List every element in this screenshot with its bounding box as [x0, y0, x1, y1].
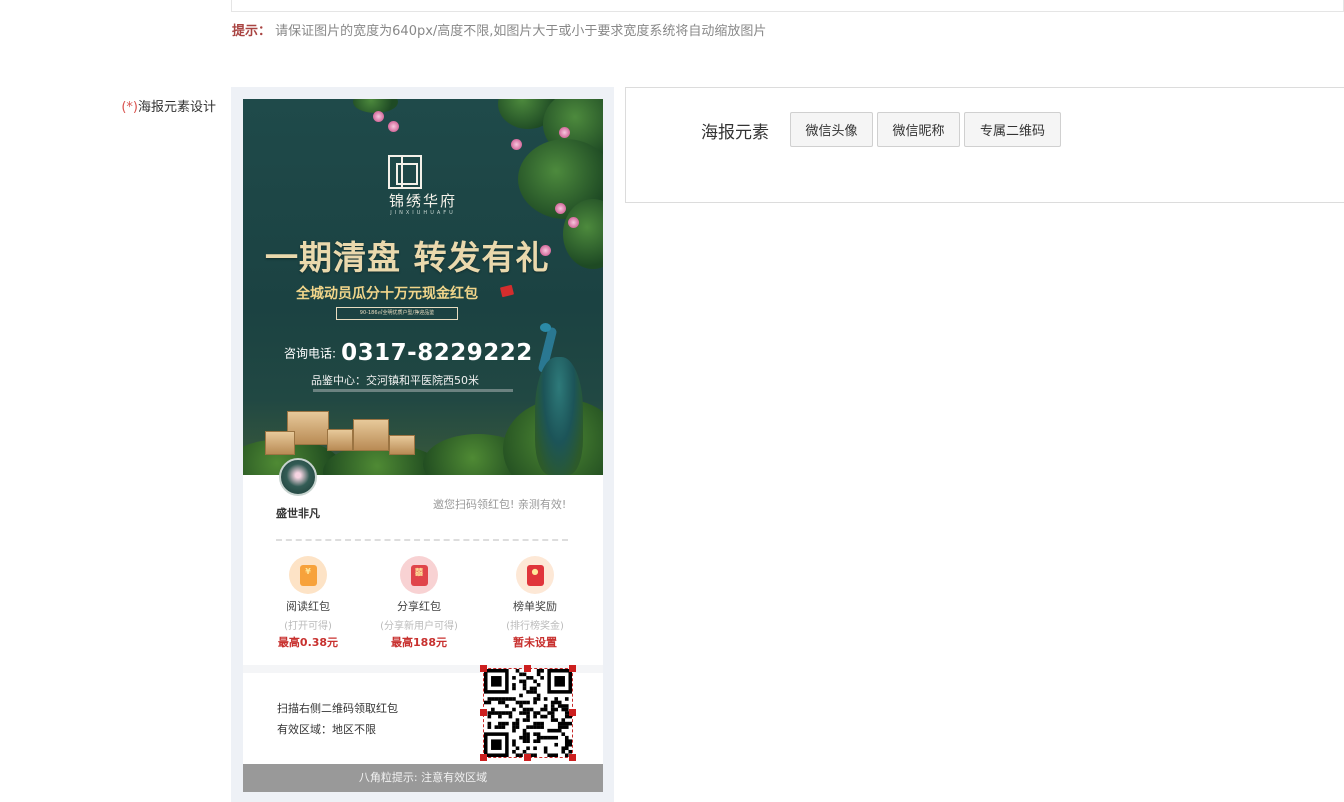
invite-text: 邀您扫码领红包! 亲测有效! [433, 498, 567, 511]
poster-sub-headline: 全城动员瓜分十万元现金红包 [296, 286, 478, 302]
reward-value: 最高188元 [391, 636, 447, 649]
resize-handle-top-right[interactable] [569, 665, 576, 672]
poster-canvas: 锦绣华府 JINXIUHUAFU 一期清盘 转发有礼 全城动员瓜分十万元现金红包… [231, 87, 614, 802]
upload-box [231, 0, 1344, 12]
qr-code-element[interactable] [480, 665, 576, 761]
reward-read: ¥ 阅读红包 (打开可得) 最高0.38元 [258, 556, 358, 650]
poster-design-label: (*)海报元素设计 [110, 96, 216, 115]
gift-box-icon [389, 435, 415, 455]
peacock-body-icon [535, 357, 583, 475]
reward-title: 阅读红包 [286, 600, 330, 613]
resize-handle-right[interactable] [569, 709, 576, 716]
reward-subtitle: (打开可得) [284, 621, 332, 632]
brand-subtitle: JINXIUHUAFU [390, 210, 456, 216]
reward-subtitle: (排行榜奖金) [506, 621, 564, 632]
phone-number: 0317-8229222 [341, 340, 533, 366]
poster-background-image: 锦绣华府 JINXIUHUAFU 一期清盘 转发有礼 全城动员瓜分十万元现金红包… [243, 99, 603, 475]
fine-print-line [313, 389, 513, 392]
gift-box-icon [265, 431, 295, 455]
poster-tagline: 90-186㎡全明优质户型/挣迎品鉴 [336, 307, 458, 320]
resize-handle-bottom-right[interactable] [569, 754, 576, 761]
upload-hint: 提示： 请保证图片的宽度为640px/高度不限,如图片大于或小于要求宽度系统将自… [232, 24, 766, 40]
flower-icon [559, 127, 570, 138]
scan-instruction: 扫描右侧二维码领取红包 [277, 702, 398, 715]
peacock-head-icon [540, 323, 551, 332]
poster-preview: 锦绣华府 JINXIUHUAFU 一期清盘 转发有礼 全城动员瓜分十万元现金红包… [243, 99, 603, 792]
brand-name: 锦绣华府 [388, 192, 457, 210]
poster-address: 品鉴中心：交河镇和平医院西50米 [311, 374, 479, 387]
reward-subtitle: (分享新用户可得) [380, 621, 458, 632]
red-envelope-icon [499, 284, 515, 298]
resize-handle-top[interactable] [524, 665, 531, 672]
hint-label: 提示： [232, 24, 272, 39]
brand-logo-icon [388, 155, 422, 189]
poster-design-label-text: 海报元素设计 [137, 100, 216, 115]
resize-handle-left[interactable] [480, 709, 487, 716]
reward-icon-glyph: ¥ [305, 567, 311, 576]
wechat-nickname[interactable]: 盛世非凡 [276, 505, 320, 521]
add-qrcode-button[interactable]: 专属二维码 [964, 112, 1061, 147]
resize-handle-bottom-left[interactable] [480, 754, 487, 761]
reward-value: 暂未设置 [513, 636, 557, 649]
flower-icon [511, 139, 522, 150]
resize-handle-top-left[interactable] [480, 665, 487, 672]
reward-title: 榜单奖励 [513, 600, 557, 613]
qr-code-icon [484, 669, 572, 757]
poster-headline: 一期清盘 转发有礼 [265, 238, 550, 277]
resize-handle-bottom[interactable] [524, 754, 531, 761]
gift-box-icon [353, 419, 389, 451]
add-nickname-button[interactable]: 微信昵称 [877, 112, 960, 147]
phone-label: 咨询电话: [284, 346, 337, 361]
poster-elements-title: 海报元素 [701, 123, 769, 143]
flower-icon [388, 121, 399, 132]
reward-icon-glyph: 囍 [415, 568, 423, 577]
reward-leaderboard: ● 榜单奖励 (排行榜奖金) 暂未设置 [485, 556, 585, 650]
required-mark: (*) [121, 100, 138, 115]
reward-title: 分享红包 [397, 600, 441, 613]
red-envelope-coin-icon: ¥ [289, 556, 327, 594]
reward-icon-glyph: ● [531, 567, 539, 576]
reward-value: 最高0.38元 [277, 636, 339, 649]
red-envelope-gift-icon: 囍 [400, 556, 438, 594]
poster-elements-panel: 海报元素 微信头像 微信昵称 专属二维码 [625, 87, 1344, 203]
flower-icon [568, 217, 579, 228]
hint-text: 请保证图片的宽度为640px/高度不限,如图片大于或小于要求宽度系统将自动缩放图… [275, 24, 767, 39]
region-text: 有效区域：地区不限 [277, 723, 376, 736]
gift-box-icon [327, 429, 353, 451]
flower-icon [373, 111, 384, 122]
reward-share: 囍 分享红包 (分享新用户可得) 最高188元 [369, 556, 469, 650]
red-envelope-rank-icon: ● [516, 556, 554, 594]
poster-footer: 八角粒提示: 注意有效区域 [243, 764, 603, 792]
poster-phone: 咨询电话: 0317-8229222 [284, 340, 533, 366]
dashed-divider [276, 539, 568, 541]
add-avatar-button[interactable]: 微信头像 [790, 112, 873, 147]
wechat-avatar[interactable] [279, 458, 317, 496]
